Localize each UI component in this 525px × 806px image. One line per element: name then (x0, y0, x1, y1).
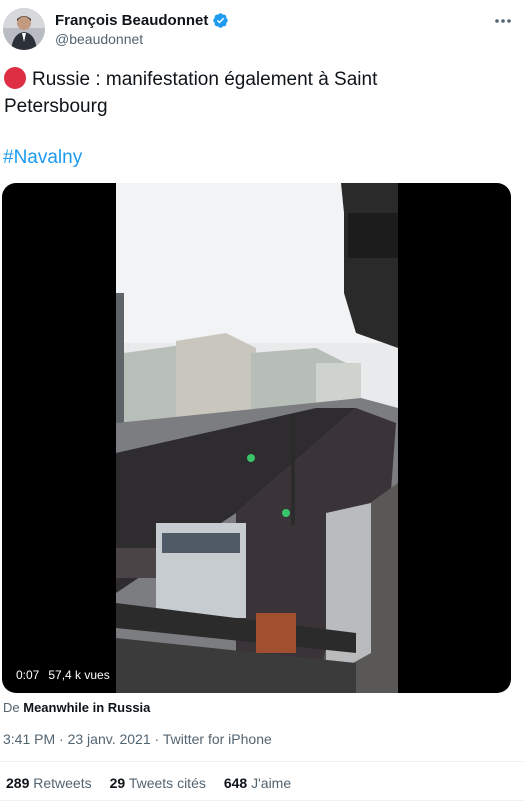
tweet-date[interactable]: 23 janv. 2021 (68, 731, 151, 747)
red-circle-icon (4, 67, 26, 89)
likes-count: 648 (223, 775, 248, 791)
video-time: 0:07 (16, 668, 40, 682)
verified-badge-icon (212, 12, 229, 29)
divider (0, 800, 525, 801)
hashtag-link[interactable]: #Navalny (3, 147, 82, 169)
retweets-count: 289 (6, 775, 30, 791)
likes-stat[interactable]: 648 J'aime (224, 775, 291, 791)
video-player[interactable]: 0:07 57,4 k vues (2, 183, 511, 693)
more-options-icon[interactable] (492, 10, 514, 32)
user-handle[interactable]: @beaudonnet (55, 31, 143, 47)
video-frame (116, 183, 398, 693)
avatar[interactable] (3, 8, 45, 50)
tweet-client[interactable]: Twitter for iPhone (163, 731, 272, 747)
retweets-label: Retweets (33, 775, 92, 791)
quotes-stat[interactable]: 29 Tweets cités (110, 775, 206, 791)
tweet-header: François Beaudonnet @beaudonnet (0, 0, 525, 62)
retweets-stat[interactable]: 289 Retweets (6, 775, 92, 791)
tweet-metadata: 3:41 PM · 23 janv. 2021 · Twitter for iP… (3, 731, 272, 747)
video-info-overlay: 0:07 57,4 k vues (10, 665, 116, 685)
meta-separator: · (59, 731, 64, 747)
tweet-time[interactable]: 3:41 PM (3, 731, 55, 747)
divider (0, 761, 525, 762)
source-prefix: De (3, 700, 20, 715)
quotes-count: 29 (109, 775, 126, 791)
tweet-text: Russie : manifestation également à Saint… (4, 66, 504, 120)
source-link[interactable]: Meanwhile in Russia (23, 700, 150, 715)
tweet-text-line-2: Petersbourg (4, 96, 108, 117)
display-name[interactable]: François Beaudonnet (55, 12, 208, 29)
quotes-label: Tweets cités (128, 775, 206, 791)
tweet-text-line-1: Russie : manifestation également à Saint (32, 69, 378, 90)
meta-separator: · (154, 731, 160, 747)
likes-label: J'aime (251, 775, 292, 791)
tweet-stats: 289 Retweets 29 Tweets cités 648 J'aime (6, 775, 291, 791)
video-views: 57,4 k vues (48, 668, 110, 682)
video-source: De Meanwhile in Russia (3, 700, 150, 715)
